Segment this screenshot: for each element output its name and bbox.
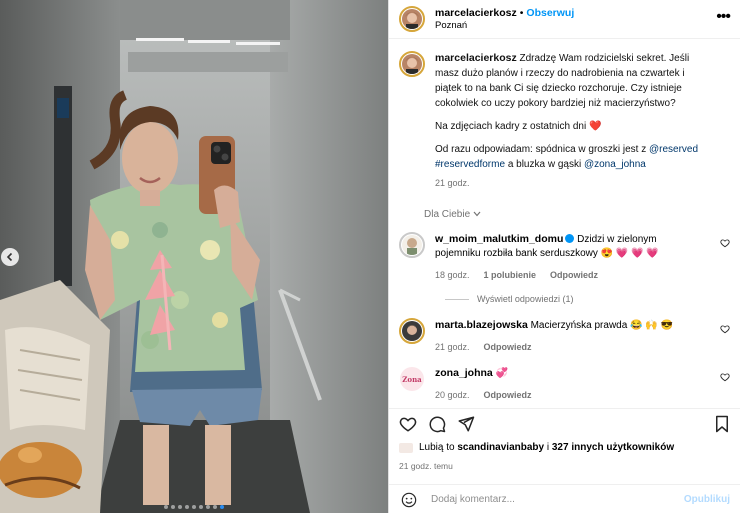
comment-composer: Opublikuj xyxy=(389,484,740,514)
avatar-image xyxy=(402,54,422,74)
avatar-image: Zona xyxy=(400,367,424,391)
publish-button[interactable]: Opublikuj xyxy=(684,494,730,505)
avatar-image xyxy=(402,9,422,29)
more-options-icon[interactable]: ••• xyxy=(716,8,731,26)
comment-timestamp: 21 godz. xyxy=(435,342,470,352)
carousel-prev-button[interactable] xyxy=(1,248,19,266)
avatar-image xyxy=(402,235,422,255)
comment-timestamp: 18 godz. xyxy=(435,270,470,280)
comment-input[interactable] xyxy=(429,493,673,506)
chevron-down-icon xyxy=(473,211,481,217)
carousel-dot xyxy=(164,505,168,509)
reply-button[interactable]: Odpowiedz xyxy=(484,390,532,400)
caption-text: a bluzka w gąski xyxy=(507,159,582,170)
hashtag-link[interactable]: #reservedforme xyxy=(435,159,505,170)
comment-emoji: 😂 🙌 😎 xyxy=(630,320,673,331)
comment-avatar[interactable] xyxy=(399,232,425,258)
comment-author[interactable]: marta.blazejowska xyxy=(435,319,528,331)
carousel-dot xyxy=(171,505,175,509)
likes-middle: i xyxy=(546,442,550,453)
caption-avatar[interactable] xyxy=(399,51,425,77)
carousel-dot xyxy=(220,505,224,509)
mention-link[interactable]: @reserved xyxy=(649,144,698,155)
like-comment-heart-icon[interactable] xyxy=(720,324,730,334)
comment-likes-link[interactable]: 1 polubienie xyxy=(484,270,537,280)
post-timestamp: 21 godz. temu xyxy=(399,461,453,471)
view-replies-label: Wyświetl odpowiedzi (1) xyxy=(477,294,574,304)
separator-dot: • xyxy=(519,7,524,19)
heart-emoji: ❤️ xyxy=(588,121,602,132)
carousel-dot xyxy=(185,505,189,509)
likes-summary[interactable]: Lubią to scandinavianbaby i 327 innych u… xyxy=(399,442,674,453)
comment-text: Macierzyńska prawda xyxy=(530,320,628,331)
post-actions-bar xyxy=(389,408,740,439)
follow-button[interactable]: Obserwuj xyxy=(526,7,574,19)
carousel-dot xyxy=(199,505,203,509)
reply-button[interactable]: Odpowiedz xyxy=(550,270,598,280)
like-comment-heart-icon[interactable] xyxy=(720,238,730,248)
post-location[interactable]: Poznań xyxy=(435,20,574,31)
carousel-dot xyxy=(213,505,217,509)
comment-emoji: 😍 💗 💗 💗 xyxy=(600,248,659,259)
comment-author[interactable]: zona_johna xyxy=(435,367,493,379)
share-icon[interactable] xyxy=(457,415,475,433)
post-header: marcelacierkosz • Obserwuj Poznań ••• xyxy=(389,0,740,39)
caption-text: Na zdjęciach kadry z ostatnich dni xyxy=(435,121,587,132)
comment-author[interactable]: w_moim_malutkim_domu xyxy=(435,233,563,245)
caption-text: Od razu odpowiadam: spódnica w groszki j… xyxy=(435,144,647,155)
comments-list[interactable]: marcelacierkosz Zdradzę Wam rodzicielski… xyxy=(389,39,740,407)
carousel-dot xyxy=(192,505,196,509)
caption-timestamp: 21 godz. xyxy=(435,178,470,188)
emoji-picker-icon[interactable] xyxy=(401,492,417,508)
liker-username[interactable]: scandinavianbaby xyxy=(457,442,544,453)
comment-sort-button[interactable]: Dla Ciebie xyxy=(424,209,730,220)
likes-count-link[interactable]: 327 innych użytkowników xyxy=(552,442,674,453)
caption: marcelacierkosz Zdradzę Wam rodzicielski… xyxy=(399,51,730,191)
mention-link[interactable]: @zona_johna xyxy=(584,159,646,170)
comment-item: w_moim_malutkim_domu Dzidzi w zielonym p… xyxy=(399,232,730,282)
comment-timestamp: 20 godz. xyxy=(435,390,470,400)
comment-item: Zona zona_johna 💞 20 godz. Odpowiedz xyxy=(399,366,730,402)
post-sidebar: marcelacierkosz • Obserwuj Poznań ••• marc… xyxy=(388,0,740,513)
comment-avatar[interactable]: Zona xyxy=(399,366,425,392)
reply-button[interactable]: Odpowiedz xyxy=(484,342,532,352)
author-avatar[interactable] xyxy=(399,6,425,32)
view-replies-button[interactable]: Wyświetl odpowiedzi (1) xyxy=(445,294,730,304)
bookmark-icon[interactable] xyxy=(714,415,730,433)
verified-badge-icon xyxy=(565,234,575,243)
sort-label: Dla Ciebie xyxy=(424,209,471,220)
carousel-indicator xyxy=(0,505,388,509)
like-heart-icon[interactable] xyxy=(399,415,417,433)
like-comment-heart-icon[interactable] xyxy=(720,372,730,382)
carousel-dot xyxy=(178,505,182,509)
avatar-logo-text: Zona xyxy=(402,374,422,384)
photo-image xyxy=(0,0,388,513)
comment-emoji: 💞 xyxy=(495,368,508,379)
likes-prefix: Lubią to xyxy=(419,442,455,453)
avatar-image xyxy=(402,321,422,341)
divider-line xyxy=(445,298,469,300)
comment-icon[interactable] xyxy=(428,415,446,433)
carousel-dot xyxy=(206,505,210,509)
caption-author[interactable]: marcelacierkosz xyxy=(435,52,517,64)
post-photo[interactable] xyxy=(0,0,388,513)
liker-thumbnail xyxy=(399,442,413,453)
comment-item: marta.blazejowska Macierzyńska prawda 😂 … xyxy=(399,318,730,354)
chevron-left-icon xyxy=(6,252,13,262)
comment-avatar[interactable] xyxy=(399,318,425,344)
author-username[interactable]: marcelacierkosz xyxy=(435,7,517,19)
